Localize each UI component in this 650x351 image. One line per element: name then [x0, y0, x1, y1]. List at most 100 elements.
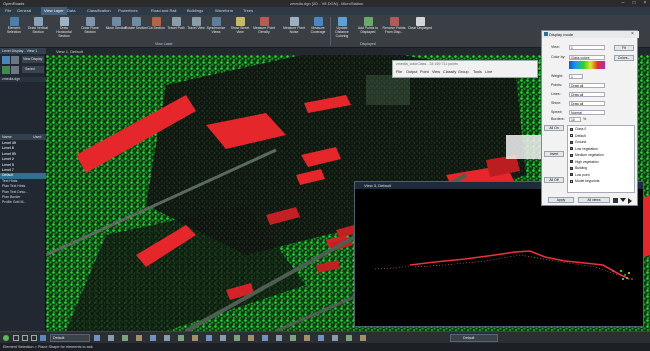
save-icon[interactable]	[613, 198, 618, 203]
shadow-icon[interactable]	[318, 335, 324, 341]
class-item[interactable]: Building	[570, 166, 587, 171]
tab-file[interactable]: File	[2, 7, 14, 15]
close-icon[interactable]: ×	[640, 0, 650, 7]
field-select[interactable]: Draw all	[569, 101, 605, 106]
view-next-icon[interactable]	[220, 335, 226, 341]
tab-buildings[interactable]: Buildings	[184, 7, 206, 15]
synchronize-views-button[interactable]: Synchronize Views	[204, 17, 228, 41]
tab-view-layer[interactable]: View Layer	[41, 7, 67, 15]
maximize-icon[interactable]: □	[629, 0, 639, 7]
camera-icon[interactable]	[276, 335, 282, 341]
tab-general[interactable]: General	[14, 7, 34, 15]
file-item[interactable]: zmedia.dgn	[0, 77, 46, 83]
draw-plane-section-button[interactable]: Draw Plane Section	[78, 17, 102, 41]
window-area-icon[interactable]	[164, 335, 170, 341]
settings-icon[interactable]	[11, 66, 19, 74]
tab-powerlines[interactable]: Powerlines	[115, 7, 141, 15]
grid-icon[interactable]	[31, 335, 37, 341]
view-display-button[interactable]: View Display	[22, 56, 44, 63]
field-select[interactable]: 1	[569, 74, 583, 79]
measure-point-density-button[interactable]: Measure Point Density	[252, 17, 276, 41]
class-item[interactable]: Medium vegetation	[570, 153, 604, 158]
field-select[interactable]: Draw all	[569, 83, 605, 88]
menu-file[interactable]: File	[396, 70, 402, 74]
minimize-icon[interactable]: –	[618, 0, 628, 7]
field-select[interactable]: 1	[569, 45, 605, 50]
draw-horizontal-section-button[interactable]: Draw Horizontal Section	[52, 17, 76, 41]
level-dropdown[interactable]: Default	[450, 334, 498, 342]
borders-input[interactable]: 10	[569, 117, 581, 122]
saved-button[interactable]: Saved	[22, 66, 44, 73]
accudraw-icon[interactable]	[40, 335, 46, 341]
copy-view-icon[interactable]	[234, 335, 240, 341]
element-selection-button[interactable]: Element Selection	[2, 17, 26, 41]
show-street-view-button[interactable]: Show Street View	[228, 17, 252, 41]
remove-points-from-disp-button[interactable]: Remove Points From Disp...	[382, 17, 406, 41]
all-views-button[interactable]: All views	[578, 197, 610, 203]
menu-line[interactable]: Line	[485, 70, 492, 74]
colors-button[interactable]: Colors...	[614, 55, 634, 61]
menu-point[interactable]: Point	[420, 70, 429, 74]
clear-displayed-button[interactable]: Clear Displayed	[408, 17, 432, 41]
redo-icon[interactable]	[108, 335, 114, 341]
expand-arrow-icon[interactable]	[628, 198, 632, 204]
levels-icon[interactable]	[332, 335, 338, 341]
class-item[interactable]: Low point	[570, 173, 590, 178]
menu-group[interactable]: Group	[458, 70, 469, 74]
class-item[interactable]: High vegetation	[570, 160, 599, 165]
rotate-icon[interactable]	[192, 335, 198, 341]
menu-tools[interactable]: Tools	[473, 70, 482, 74]
measure-point-noise-button[interactable]: Measure Point Noise	[282, 17, 306, 41]
attributes-icon[interactable]	[346, 335, 352, 341]
zoom-in-icon[interactable]	[136, 335, 142, 341]
view-icon[interactable]	[2, 56, 10, 64]
menu-view[interactable]: View	[432, 70, 440, 74]
render-icon[interactable]	[290, 335, 296, 341]
invert-button[interactable]: Invert	[544, 151, 564, 157]
default-dropdown[interactable]: Default	[50, 334, 90, 342]
level-item[interactable]: Profile Grid M...	[0, 200, 46, 205]
class-item[interactable]: Class 0	[570, 127, 586, 132]
class-item[interactable]: Low vegetation	[570, 147, 598, 152]
color-ramp[interactable]	[569, 61, 605, 69]
class-list[interactable]: Class 0 Default Ground Low vegetation Medium…	[567, 125, 635, 193]
menu-classify[interactable]: Classify	[443, 70, 456, 74]
add-points-to-displayed-button[interactable]: Add Points to Displayed	[356, 17, 380, 41]
field-select[interactable]: Class colors	[569, 55, 605, 60]
draw-vertical-section-button[interactable]: Draw Vertical Section	[26, 17, 50, 41]
undo-icon[interactable]	[94, 335, 100, 341]
apply-button[interactable]: Apply	[548, 197, 574, 203]
measure-coverage-button[interactable]: Measure Coverage	[306, 17, 330, 41]
clip-mask-icon[interactable]	[262, 335, 268, 341]
all-on-button[interactable]: All On	[544, 125, 564, 131]
filter-icon[interactable]	[11, 56, 19, 64]
section-profile-view[interactable]	[355, 189, 643, 327]
pan-icon[interactable]	[178, 335, 184, 341]
tab-classification[interactable]: Classification	[84, 7, 114, 15]
menu-output[interactable]: Output	[406, 70, 417, 74]
view-previous-icon[interactable]	[206, 335, 212, 341]
field-select[interactable]: Draw all	[569, 92, 605, 97]
display-style-icon[interactable]	[304, 335, 310, 341]
tab-data[interactable]: Data	[64, 7, 78, 15]
fit-button[interactable]: Fit	[614, 45, 634, 51]
level-icon[interactable]	[2, 66, 10, 74]
snap-icon[interactable]	[22, 335, 28, 341]
fit-view-icon[interactable]	[122, 335, 128, 341]
field-select[interactable]: Normal	[569, 110, 605, 115]
lock-icon[interactable]	[13, 335, 19, 341]
tab-road-and-rail[interactable]: Road and Rail	[148, 7, 179, 15]
app-name: OpenRoads	[3, 1, 25, 6]
properties-icon[interactable]	[360, 335, 366, 341]
class-item[interactable]: Ground	[570, 140, 586, 145]
menu-arrow-icon[interactable]	[620, 198, 626, 202]
tab-waveform[interactable]: Waveform	[212, 7, 236, 15]
dialog-close-icon[interactable]: ×	[631, 31, 634, 38]
update-distance-coloring-button[interactable]: Update Distance Coloring	[330, 17, 354, 41]
all-off-button[interactable]: All Off	[544, 177, 564, 183]
class-item[interactable]: Default	[570, 134, 586, 139]
tab-trees[interactable]: Trees	[240, 7, 256, 15]
zoom-out-icon[interactable]	[150, 335, 156, 341]
clip-volume-icon[interactable]	[248, 335, 254, 341]
class-item[interactable]: Model keypoints	[570, 179, 600, 184]
